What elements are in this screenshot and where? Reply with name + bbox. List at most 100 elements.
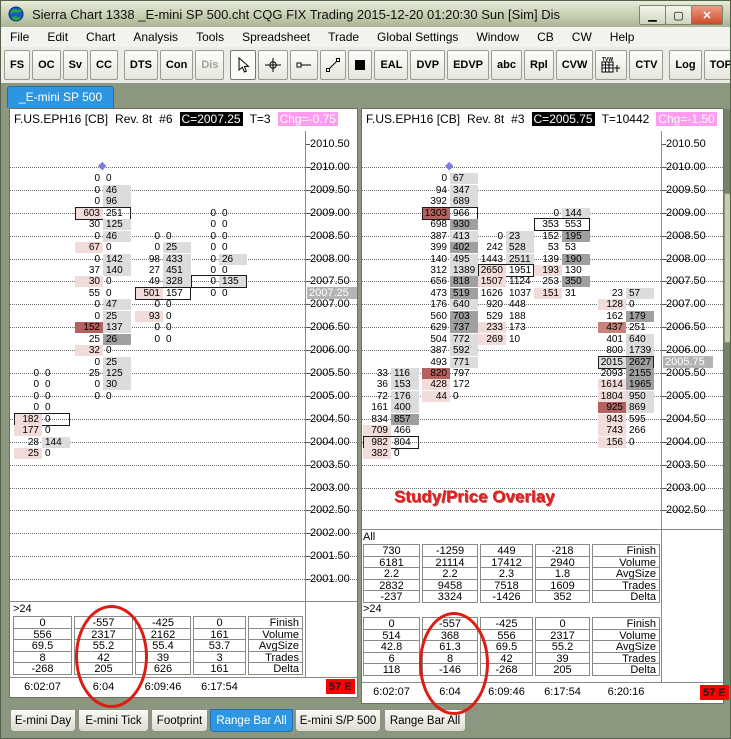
header-change-value: Chg=-0.75 bbox=[277, 112, 338, 126]
ask-volume: 0 bbox=[45, 391, 51, 402]
menu-item-cw[interactable]: CW bbox=[563, 28, 601, 46]
vertical-scrollbar[interactable] bbox=[724, 109, 730, 699]
footprint-cell: 00 bbox=[191, 219, 247, 230]
ask-volume: 0 bbox=[166, 311, 172, 322]
sheet-tab-footprint-2[interactable]: Footprint bbox=[151, 709, 208, 732]
toolbar-tool-trendline-tool-icon[interactable] bbox=[320, 50, 347, 80]
menu-item-tools[interactable]: Tools bbox=[187, 28, 233, 46]
chart-tab-e-mini-sp-500[interactable]: _E-mini SP 500 bbox=[7, 86, 115, 108]
toolbar-button-dts[interactable]: DTS bbox=[123, 50, 158, 80]
menu-item-trade[interactable]: Trade bbox=[319, 28, 368, 46]
price-label: 2009.00 bbox=[666, 207, 706, 219]
table-row-label: Delta bbox=[592, 663, 660, 676]
table-value-cell: 352 bbox=[535, 590, 590, 603]
menu-item-edit[interactable]: Edit bbox=[38, 28, 77, 46]
menu-item-file[interactable]: File bbox=[1, 28, 38, 46]
bid-volume: 0 bbox=[154, 231, 160, 242]
chart-tab-bar: _E-mini SP 500 bbox=[1, 83, 730, 108]
toolbar-button-rpl[interactable]: Rpl bbox=[524, 50, 554, 80]
bid-volume: 30 bbox=[75, 276, 103, 287]
toolbar-button-log[interactable]: Log bbox=[669, 50, 702, 80]
price-label: 2010.00 bbox=[666, 161, 706, 173]
menu-item-chart[interactable]: Chart bbox=[77, 28, 124, 46]
ask-volume: 595 bbox=[629, 414, 646, 425]
bid-volume: 0 bbox=[33, 391, 39, 402]
toolbar-tool-arrow-cursor-icon[interactable] bbox=[230, 50, 257, 80]
price-label: 2007.50 bbox=[310, 275, 350, 287]
bid-volume: 0 bbox=[441, 173, 447, 184]
diamond-marker: ◆ bbox=[445, 160, 454, 172]
footprint-cell: 23 57 bbox=[598, 288, 654, 299]
bid-volume: 800 bbox=[606, 345, 623, 356]
time-separator bbox=[362, 682, 723, 683]
toolbar-button-oc[interactable]: OC bbox=[32, 50, 61, 80]
minimize-button-icon[interactable]: ▁ bbox=[639, 5, 666, 25]
toolbar-button-eal[interactable]: EAL bbox=[374, 50, 409, 80]
bid-volume: 0 bbox=[210, 208, 216, 219]
ask-volume: 0 bbox=[222, 288, 228, 299]
ask-volume: 1389 bbox=[450, 265, 478, 276]
menu-item-analysis[interactable]: Analysis bbox=[124, 28, 187, 46]
close-button-icon[interactable]: ✕ bbox=[691, 5, 723, 25]
price-label: 2005.00 bbox=[310, 390, 350, 402]
menu-item-global-settings[interactable]: Global Settings bbox=[368, 28, 467, 46]
ask-volume: 0 bbox=[106, 391, 112, 402]
footprint-cell: 1626 1037 bbox=[478, 288, 534, 299]
ask-volume: 25 bbox=[103, 311, 131, 322]
bid-volume: 177 bbox=[14, 425, 42, 436]
price-tick bbox=[306, 373, 310, 374]
toolbar-button-abc[interactable]: abc bbox=[491, 50, 522, 80]
toolbar-tool-filled-square-icon[interactable] bbox=[348, 50, 373, 80]
toolbar-button-dis[interactable]: Dis bbox=[195, 50, 225, 80]
toolbar-tool-tvw-grid-icon[interactable]: TVW bbox=[595, 50, 628, 80]
bid-volume: 529 bbox=[486, 311, 503, 322]
footprint-cell: 139 190 bbox=[534, 254, 590, 265]
footprint-cell: 925 869 bbox=[598, 402, 654, 413]
toolbar-tool-bar-tool-icon[interactable] bbox=[290, 50, 319, 80]
toolbar-button-cc[interactable]: CC bbox=[90, 50, 118, 80]
price-label: 2003.00 bbox=[310, 482, 350, 494]
bid-volume: 0 bbox=[94, 173, 100, 184]
scrollbar-thumb[interactable] bbox=[724, 193, 730, 343]
footprint-cell: 0 96 bbox=[75, 196, 131, 207]
toolbar-button-ctv[interactable]: CTV bbox=[629, 50, 664, 80]
ask-volume: 0 bbox=[106, 345, 112, 356]
time-label: 6:02:07 bbox=[24, 681, 61, 693]
menu-item-cb[interactable]: CB bbox=[528, 28, 563, 46]
price-tick bbox=[306, 144, 310, 145]
sheet-tab-e-mini-s-p-500-4[interactable]: E-mini S/P 500 bbox=[295, 709, 381, 732]
ask-volume: 772 bbox=[450, 334, 478, 345]
maximize-button-icon[interactable]: ▢ bbox=[665, 5, 692, 25]
bid-volume: 37 bbox=[88, 265, 100, 276]
sheet-tab-e-mini-day-0[interactable]: E-mini Day bbox=[10, 709, 76, 732]
price-tick bbox=[662, 488, 666, 489]
ask-volume: 400 bbox=[391, 402, 419, 413]
ask-volume: 251 bbox=[106, 208, 123, 219]
price-tick bbox=[662, 510, 666, 511]
toolbar-button-edvp[interactable]: EDVP bbox=[447, 50, 490, 80]
toolbar-button-dvp[interactable]: DVP bbox=[410, 50, 446, 80]
footprint-cell: 0 25 bbox=[75, 311, 131, 322]
sheet-tab-e-mini-tick-1[interactable]: E-mini Tick bbox=[78, 709, 149, 732]
price-label: 2006.00 bbox=[666, 344, 706, 356]
ask-volume: 433 bbox=[163, 254, 191, 265]
toolbar-button-con[interactable]: Con bbox=[159, 50, 194, 80]
footprint-cell: 1507 1124 bbox=[478, 276, 534, 287]
toolbar-button-cvw[interactable]: CVW bbox=[555, 50, 594, 80]
toolbar-tool-crosshair-icon[interactable] bbox=[258, 50, 289, 80]
sheet-tab-range-bar-all-3[interactable]: Range Bar All bbox=[210, 709, 293, 732]
toolbar-button-sv[interactable]: Sv bbox=[62, 50, 89, 80]
bid-volume: 0 bbox=[33, 368, 39, 379]
ask-volume: 190 bbox=[562, 254, 590, 265]
bid-volume: 1507 bbox=[478, 276, 506, 287]
menu-item-help[interactable]: Help bbox=[601, 28, 644, 46]
menu-item-spreadsheet[interactable]: Spreadsheet bbox=[233, 28, 319, 46]
ask-volume: 0 bbox=[106, 288, 112, 299]
footprint-cell: 55 0 bbox=[75, 288, 131, 299]
menu-item-window[interactable]: Window bbox=[467, 28, 528, 46]
footprint-cell: 437 251 bbox=[598, 322, 654, 333]
price-label: 2002.00 bbox=[310, 527, 350, 539]
toolbar-button-top[interactable]: TOP bbox=[703, 50, 730, 80]
toolbar-button-fs[interactable]: FS bbox=[4, 50, 31, 80]
price-tick bbox=[662, 190, 666, 191]
